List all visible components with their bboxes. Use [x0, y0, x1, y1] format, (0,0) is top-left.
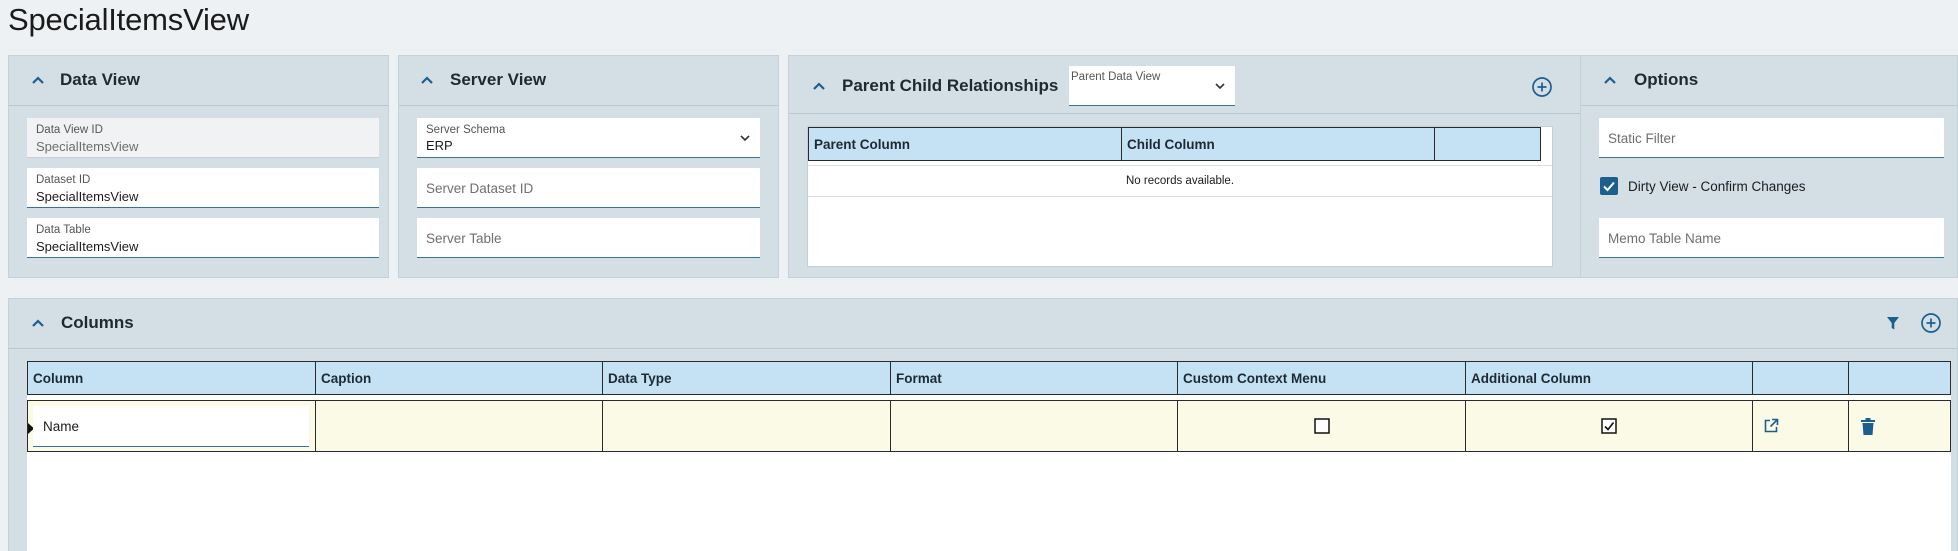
column-header-column[interactable]: Column [28, 362, 316, 394]
row-custom-context-menu-cell [1178, 401, 1466, 451]
parent-data-view-select[interactable]: Parent Data View [1069, 66, 1235, 106]
relationships-grid: Parent Column Child Column No records av… [807, 126, 1553, 267]
server-view-title: Server View [450, 70, 547, 89]
columns-panel: Columns Column Caption Data Type Format … [8, 298, 1958, 551]
row-data-type-cell[interactable] [603, 401, 891, 451]
server-schema-select[interactable]: Server Schema ERP [417, 118, 760, 158]
options-panel: Options Static Filter Dirty View - Confi… [1580, 55, 1958, 278]
chevron-up-icon[interactable] [810, 78, 828, 96]
parent-child-title: Parent Child Relationships [842, 76, 1059, 95]
columns-grid: Column Caption Data Type Format Custom C… [27, 361, 1951, 551]
server-schema-value: ERP [426, 138, 453, 153]
child-column-header[interactable]: Child Column [1122, 128, 1435, 160]
columns-title: Columns [61, 313, 134, 332]
data-view-title: Data View [60, 70, 141, 89]
data-view-panel: Data View Data View ID SpecialItemsView … [8, 55, 389, 278]
options-title: Options [1634, 70, 1699, 89]
server-table-input[interactable]: Server Table [417, 218, 760, 258]
column-header-format[interactable]: Format [891, 362, 1178, 394]
row-caption-cell[interactable] [316, 401, 603, 451]
server-view-panel: Server View Server Schema ERP Server Dat… [398, 55, 779, 278]
chevron-up-icon[interactable] [29, 315, 47, 333]
column-header-additional-column[interactable]: Additional Column [1466, 362, 1753, 394]
chevron-down-icon[interactable] [739, 132, 751, 144]
data-view-id-value: SpecialItemsView [36, 139, 139, 154]
column-name-value: Name [43, 419, 80, 434]
column-header-open [1753, 362, 1849, 394]
column-header-custom-context-menu[interactable]: Custom Context Menu [1178, 362, 1466, 394]
options-panel-header: Options [1581, 56, 1957, 106]
relationships-empty-row: No records available. [808, 165, 1552, 197]
actions-column-header [1435, 128, 1540, 160]
chevron-up-icon[interactable] [1601, 72, 1619, 90]
row-additional-column-cell [1466, 401, 1753, 451]
external-link-icon[interactable] [1763, 418, 1779, 439]
static-filter-placeholder: Static Filter [1608, 131, 1676, 146]
column-header-caption[interactable]: Caption [316, 362, 603, 394]
column-header-delete [1849, 362, 1940, 394]
plus-circle-icon[interactable] [1920, 312, 1942, 334]
page-title: SpecialItemsView [8, 2, 249, 37]
row-format-cell[interactable] [891, 401, 1178, 451]
server-schema-label: Server Schema [426, 124, 506, 136]
plus-circle-icon[interactable] [1531, 76, 1553, 98]
memo-table-name-placeholder: Memo Table Name [1608, 231, 1722, 246]
memo-table-name-input[interactable]: Memo Table Name [1599, 218, 1944, 258]
server-table-placeholder: Server Table [426, 231, 502, 246]
filter-icon[interactable] [1886, 316, 1900, 331]
dataset-id-value: SpecialItemsView [36, 189, 139, 204]
data-view-id-field: Data View ID SpecialItemsView [27, 118, 379, 158]
checkbox-unchecked-icon[interactable] [1313, 418, 1330, 434]
column-header-data-type[interactable]: Data Type [603, 362, 891, 394]
table-row[interactable]: Name [27, 400, 1951, 452]
chevron-up-icon[interactable] [418, 72, 436, 90]
server-dataset-id-placeholder: Server Dataset ID [426, 181, 534, 196]
server-view-panel-header: Server View [399, 56, 778, 106]
no-records-text: No records available. [1125, 175, 1235, 187]
dataset-id-field[interactable]: Dataset ID SpecialItemsView [27, 168, 379, 208]
column-name-input[interactable]: Name [33, 406, 309, 447]
data-table-field[interactable]: Data Table SpecialItemsView [27, 218, 379, 258]
chevron-up-icon[interactable] [29, 72, 47, 90]
data-view-panel-header: Data View [9, 56, 388, 106]
checkbox-checked-icon[interactable] [1600, 177, 1618, 200]
data-table-value: SpecialItemsView [36, 239, 139, 254]
parent-column-header[interactable]: Parent Column [809, 128, 1122, 160]
parent-data-view-label: Parent Data View [1071, 71, 1161, 83]
row-open-cell [1753, 401, 1849, 451]
relationships-grid-header: Parent Column Child Column [808, 127, 1541, 161]
server-dataset-id-input[interactable]: Server Dataset ID [417, 168, 760, 208]
trash-icon[interactable] [1861, 418, 1875, 440]
checkbox-checked-icon[interactable] [1601, 418, 1617, 434]
columns-grid-header: Column Caption Data Type Format Custom C… [27, 361, 1951, 395]
row-column-cell[interactable]: Name [28, 401, 316, 451]
data-table-label: Data Table [36, 224, 91, 236]
dirty-view-label: Dirty View - Confirm Changes [1628, 179, 1806, 194]
static-filter-input[interactable]: Static Filter [1599, 118, 1944, 158]
data-view-id-label: Data View ID [36, 124, 103, 136]
dataset-id-label: Dataset ID [36, 174, 91, 186]
columns-panel-header: Columns [9, 299, 1957, 349]
row-delete-cell [1849, 401, 1940, 451]
chevron-down-icon[interactable] [1214, 80, 1226, 92]
